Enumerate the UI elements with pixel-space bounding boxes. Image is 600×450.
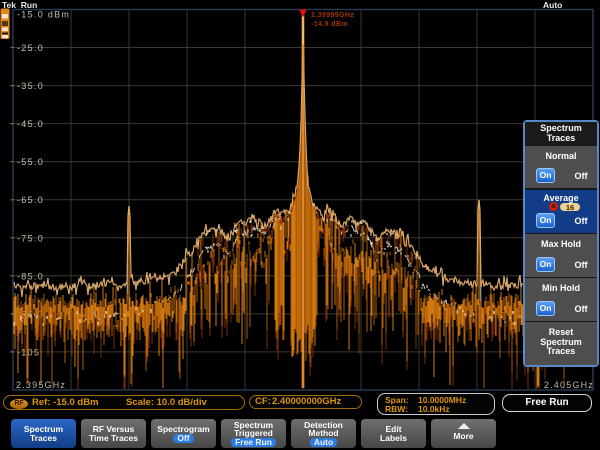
svg-text:-45.0: -45.0 [17,119,44,129]
svg-text:-65.0: -65.0 [17,195,44,205]
svg-text:-105: -105 [17,347,40,357]
svg-text:-25.0: -25.0 [17,43,44,53]
svg-text:-15.0 dBm: -15.0 dBm [17,10,70,20]
svg-text:2.395GHz: 2.395GHz [16,380,66,390]
svg-text:2.39999GHz: 2.39999GHz [311,12,354,19]
svg-text:-35.0: -35.0 [17,81,44,91]
svg-text:-55.0: -55.0 [17,157,44,167]
svg-text:-75.0: -75.0 [17,233,44,243]
svg-text:-85.0: -85.0 [17,271,44,281]
svg-text:2.405GHz: 2.405GHz [544,380,594,390]
svg-text:-14.9 dBm: -14.9 dBm [311,21,348,28]
